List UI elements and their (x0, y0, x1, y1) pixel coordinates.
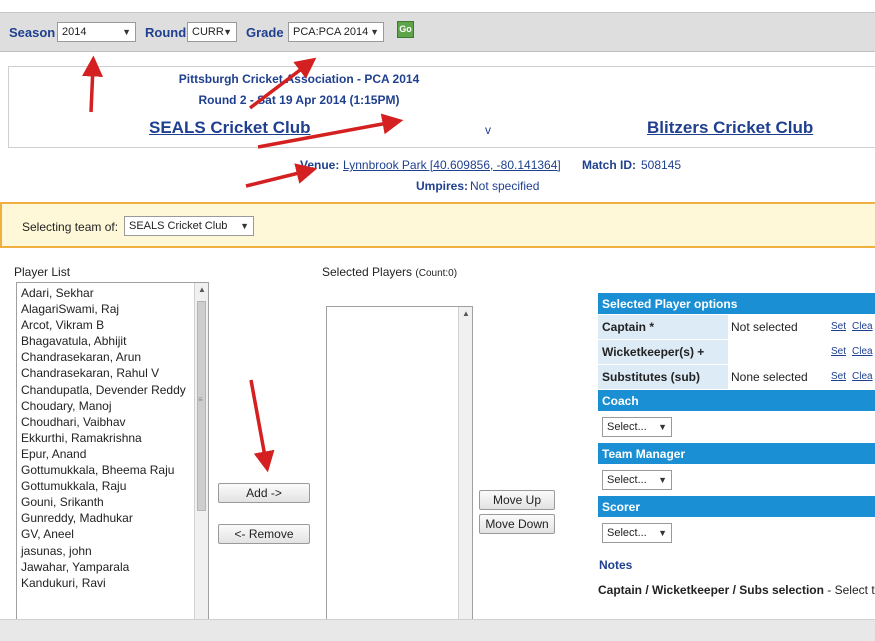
arrow-to-season (82, 55, 104, 113)
arrow-to-grade (248, 57, 317, 110)
arrow-to-venue (245, 163, 318, 188)
annotation-arrows (82, 55, 404, 473)
arrow-to-add (249, 379, 275, 473)
arrow-to-round (257, 113, 404, 149)
